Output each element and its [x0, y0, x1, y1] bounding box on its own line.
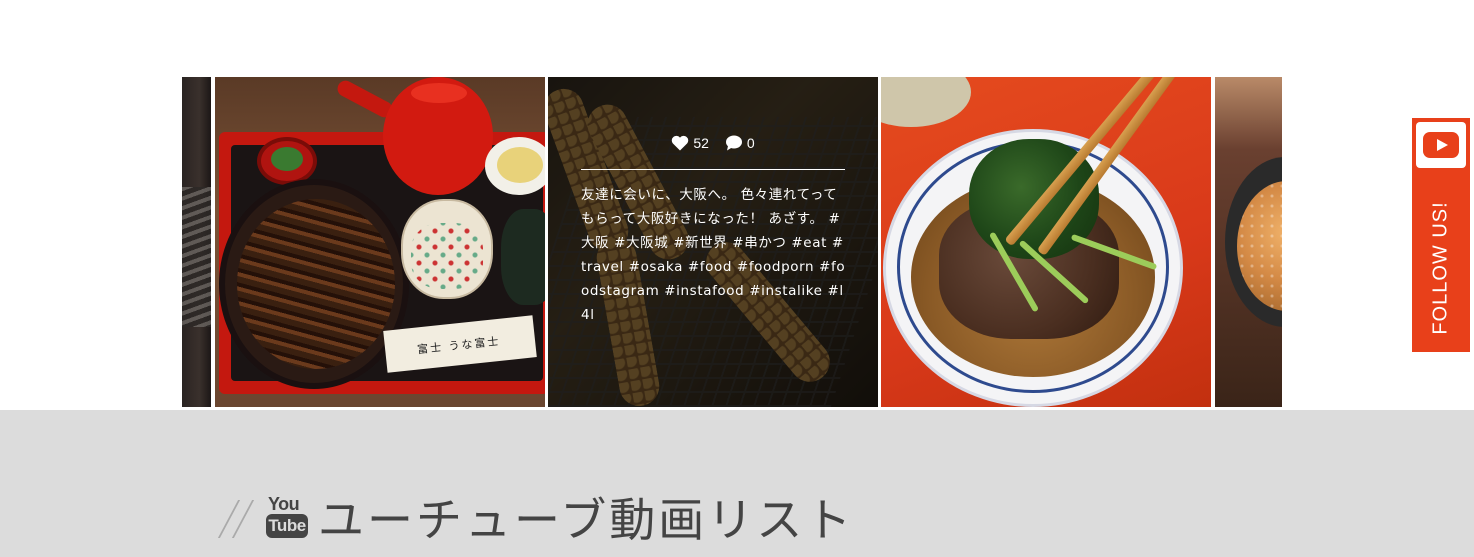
likes-count: 52 — [693, 135, 709, 151]
heart-icon — [672, 135, 689, 151]
comment-icon — [725, 135, 742, 151]
comments: 0 — [725, 135, 755, 151]
youtube-logo-tube: Tube — [266, 514, 308, 538]
follow-us-label: FOLLOW US! — [1429, 201, 1452, 335]
teapot-lid — [411, 83, 467, 103]
grilled-eel — [237, 199, 395, 369]
side-dish — [501, 209, 545, 305]
instagram-post-partial-left[interactable] — [182, 77, 211, 407]
instagram-post-featured[interactable]: 52 0 友達に会いに、大阪へ。 色々連れてってもらって大阪好きになった！ あざ… — [548, 77, 878, 407]
instagram-post-partial-right[interactable] — [1215, 77, 1282, 407]
post-stats: 52 0 — [548, 135, 878, 151]
dish-garnish — [271, 147, 303, 171]
cup-pattern — [411, 223, 483, 289]
comments-count: 0 — [746, 135, 755, 151]
youtube-logo-you: You — [268, 494, 300, 514]
likes: 52 — [671, 135, 709, 151]
instagram-post-beef-bowl[interactable] — [881, 77, 1211, 407]
instagram-post-unagi[interactable]: 富士 うな富士 — [215, 77, 545, 407]
youtube-logo-icon: You Tube — [266, 494, 310, 542]
section-title: ユーチューブ動画リスト — [318, 493, 855, 547]
post-caption: 友達に会いに、大阪へ。 色々連れてってもらって大阪好きになった！ あざす。 #大… — [581, 187, 846, 323]
follow-us-tab[interactable]: FOLLOW US! — [1412, 118, 1470, 352]
heading-slash-decoration — [216, 500, 266, 540]
play-icon — [1423, 132, 1459, 158]
pickles — [497, 147, 543, 183]
youtube-icon — [1416, 122, 1466, 168]
divider — [581, 169, 845, 170]
instagram-feed: 富士 うな富士 52 0 友達に会いに、大阪へ。 色々連れてってもらって大阪好き… — [182, 77, 1282, 407]
post-image — [182, 187, 211, 327]
